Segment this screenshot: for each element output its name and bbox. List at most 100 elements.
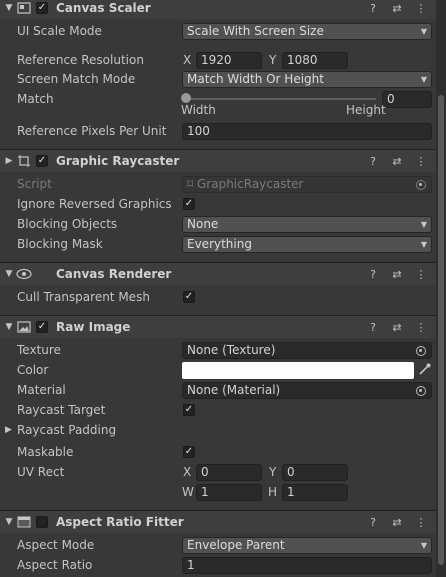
- object-picker-icon[interactable]: [416, 179, 426, 190]
- maskable-label: Maskable: [17, 445, 74, 459]
- material-row: Material None (Material): [0, 380, 436, 400]
- fold-arrow-icon[interactable]: ▶: [2, 156, 16, 166]
- eyedropper-icon[interactable]: [418, 362, 432, 376]
- blocking-objects-row: Blocking Objects None ▼: [0, 214, 436, 234]
- help-icon[interactable]: ?: [366, 320, 380, 334]
- ui-scale-mode-dropdown[interactable]: Scale With Screen Size ▼: [182, 22, 432, 40]
- help-icon[interactable]: ?: [366, 154, 380, 168]
- blocking-objects-dropdown[interactable]: None ▼: [182, 215, 432, 233]
- uv-rect-row: UV Rect X 0 Y 0: [0, 462, 436, 482]
- ignore-reversed-label: Ignore Reversed Graphics: [17, 197, 172, 211]
- more-icon[interactable]: ⋮: [414, 154, 428, 168]
- raycast-target-row: Raycast Target ✓: [0, 400, 436, 420]
- fold-arrow-icon[interactable]: ▼: [2, 3, 16, 13]
- more-icon[interactable]: ⋮: [414, 320, 428, 334]
- foldout-arrow-icon[interactable]: ▶: [5, 425, 12, 435]
- aspect-mode-label: Aspect Mode: [17, 538, 95, 552]
- fold-arrow-icon[interactable]: ▼: [2, 322, 16, 332]
- preset-icon[interactable]: ⇄: [390, 1, 404, 15]
- fold-arrow-icon[interactable]: ▼: [2, 517, 16, 527]
- texture-label: Texture: [17, 343, 61, 357]
- uv-y-label: Y: [269, 465, 277, 479]
- preset-icon[interactable]: ⇄: [390, 154, 404, 168]
- ref-res-x-input[interactable]: 1920: [196, 51, 262, 69]
- raw-image-enabled-checkbox[interactable]: ✓: [36, 321, 48, 333]
- graphic-raycaster-header[interactable]: ▶ ✓ Graphic Raycaster ? ⇄ ⋮: [0, 149, 436, 172]
- raycast-target-checkbox[interactable]: ✓: [183, 404, 195, 416]
- screen-match-mode-label: Screen Match Mode: [17, 72, 136, 86]
- fold-arrow-icon[interactable]: ▼: [2, 269, 16, 279]
- help-icon[interactable]: ?: [366, 1, 380, 15]
- more-icon[interactable]: ⋮: [414, 1, 428, 15]
- ui-scale-mode-row: UI Scale Mode Scale With Screen Size ▼: [0, 21, 436, 41]
- aspect-mode-dropdown[interactable]: Envelope Parent ▼: [182, 536, 432, 554]
- ref-ppu-label: Reference Pixels Per Unit: [17, 124, 167, 138]
- color-label: Color: [17, 363, 49, 377]
- graphic-raycaster-title: Graphic Raycaster: [56, 154, 180, 168]
- ref-ppu-input[interactable]: 100: [182, 122, 432, 140]
- x-label: X: [183, 53, 192, 67]
- reference-resolution-label: Reference Resolution: [17, 53, 144, 67]
- aspect-mode-row: Aspect Mode Envelope Parent ▼: [0, 535, 436, 555]
- script-field[interactable]: ⌑ GraphicRaycaster: [182, 175, 432, 193]
- ignore-reversed-checkbox[interactable]: ✓: [183, 198, 195, 210]
- preset-icon[interactable]: ⇄: [390, 515, 404, 529]
- material-field[interactable]: None (Material): [182, 381, 432, 399]
- aspect-ratio-fitter-enabled-checkbox[interactable]: [36, 516, 48, 528]
- canvas-scaler-title: Canvas Scaler: [56, 1, 151, 15]
- maskable-checkbox[interactable]: ✓: [183, 446, 195, 458]
- uv-y-input[interactable]: 0: [282, 463, 348, 481]
- help-icon[interactable]: ?: [366, 515, 380, 529]
- raycast-target-label: Raycast Target: [17, 403, 106, 417]
- uv-x-input[interactable]: 0: [196, 463, 262, 481]
- match-slider-track[interactable]: [186, 98, 376, 100]
- aspect-ratio-row: Aspect Ratio 1: [0, 555, 436, 575]
- help-icon[interactable]: ?: [366, 267, 380, 281]
- image-icon: [16, 320, 32, 334]
- material-label: Material: [17, 383, 66, 397]
- material-value: None (Material): [187, 382, 281, 397]
- aspect-ratio-fitter-header[interactable]: ▼ Aspect Ratio Fitter ? ⇄ ⋮: [0, 510, 436, 533]
- dropdown-arrow-icon: ▼: [420, 239, 427, 249]
- graphic-raycaster-icon: [16, 154, 32, 168]
- texture-field[interactable]: None (Texture): [182, 341, 432, 359]
- aspect-ratio-label: Aspect Ratio: [17, 558, 93, 572]
- raw-image-header[interactable]: ▼ ✓ Raw Image ? ⇄ ⋮: [0, 315, 436, 338]
- aspect-ratio-input[interactable]: 1: [182, 556, 432, 574]
- graphic-raycaster-enabled-checkbox[interactable]: ✓: [36, 155, 48, 167]
- eye-icon: [16, 267, 32, 281]
- canvas-scaler-header[interactable]: ▼ ✓ Canvas Scaler ? ⇄ ⋮: [0, 0, 436, 19]
- blocking-mask-dropdown[interactable]: Everything ▼: [182, 235, 432, 253]
- object-picker-icon[interactable]: [416, 345, 426, 356]
- uv-w-input[interactable]: 1: [196, 483, 262, 501]
- screen-match-mode-dropdown[interactable]: Match Width Or Height ▼: [182, 70, 432, 88]
- canvas-scaler-icon: [16, 1, 32, 15]
- more-icon[interactable]: ⋮: [414, 267, 428, 281]
- reference-resolution-row: Reference Resolution X 1920 Y 1080: [0, 50, 436, 70]
- raw-image-title: Raw Image: [56, 320, 131, 334]
- canvas-renderer-header[interactable]: ▼ Canvas Renderer ? ⇄ ⋮: [0, 262, 436, 285]
- blocking-objects-label: Blocking Objects: [17, 217, 118, 231]
- preset-icon[interactable]: ⇄: [390, 320, 404, 334]
- dropdown-arrow-icon: ▼: [420, 219, 427, 229]
- canvas-scaler-enabled-checkbox[interactable]: ✓: [36, 2, 48, 14]
- vertical-scrollbar[interactable]: [436, 0, 446, 577]
- screen-match-mode-row: Screen Match Mode Match Width Or Height …: [0, 69, 436, 89]
- uv-x-label: X: [183, 465, 192, 479]
- object-picker-icon[interactable]: [416, 385, 426, 396]
- blocking-mask-row: Blocking Mask Everything ▼: [0, 234, 436, 254]
- raycast-padding-row[interactable]: ▶ Raycast Padding: [0, 420, 436, 440]
- raycast-padding-label[interactable]: Raycast Padding: [17, 423, 116, 437]
- dropdown-arrow-icon: ▼: [420, 540, 427, 550]
- color-row: Color: [0, 360, 436, 380]
- preset-icon[interactable]: ⇄: [390, 267, 404, 281]
- texture-value: None (Texture): [187, 342, 276, 357]
- ignore-reversed-row: Ignore Reversed Graphics ✓: [0, 194, 436, 214]
- color-swatch[interactable]: [182, 362, 414, 379]
- ref-res-y-input[interactable]: 1080: [282, 51, 348, 69]
- more-icon[interactable]: ⋮: [414, 515, 428, 529]
- cull-transparent-checkbox[interactable]: ✓: [183, 291, 195, 303]
- scrollbar-thumb[interactable]: [438, 95, 444, 565]
- script-row: Script ⌑ GraphicRaycaster: [0, 174, 436, 194]
- uv-h-input[interactable]: 1: [282, 483, 348, 501]
